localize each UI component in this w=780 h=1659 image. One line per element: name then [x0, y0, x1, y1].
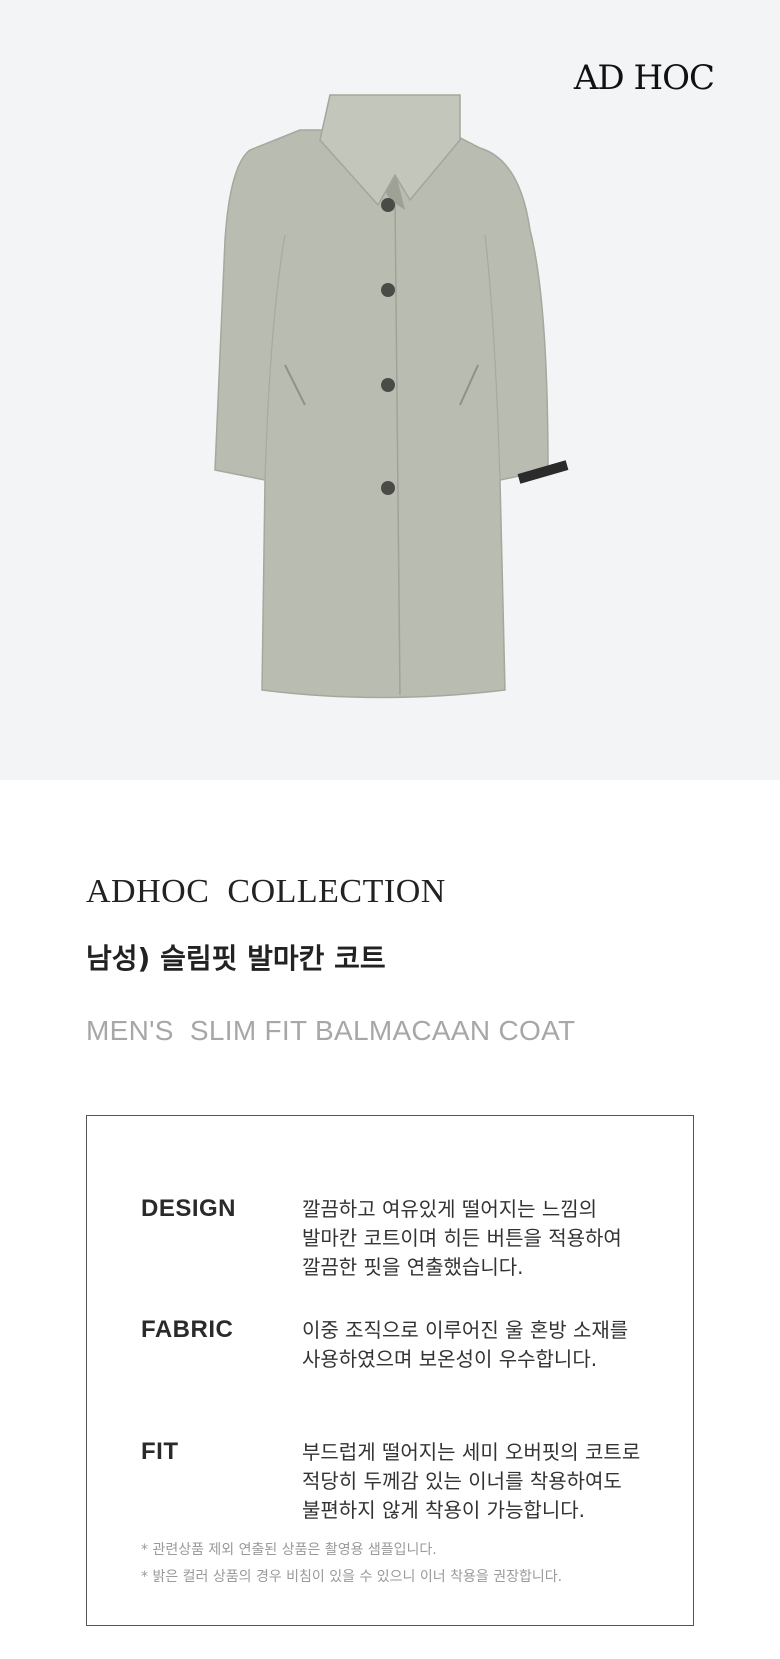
- brand-logo: AD HOC: [573, 58, 715, 98]
- spec-box: DESIGN 깔끔하고 여유있게 떨어지는 느낌의 발마칸 코트이며 히든 버튼…: [86, 1115, 694, 1626]
- spec-line: 발마칸 코트이며 히든 버튼을 적용하여: [302, 1226, 622, 1250]
- spec-line: 깔끔한 핏을 연출했습니다.: [302, 1255, 524, 1279]
- spec-line: 사용하였으며 보온성이 우수합니다.: [302, 1347, 598, 1371]
- product-hero: AD HOC: [0, 0, 780, 780]
- spec-label-design: DESIGN: [141, 1195, 237, 1222]
- spec-text-fit: 부드럽게 떨어지는 세미 오버핏의 코트로 적당히 두께감 있는 이너를 착용하…: [302, 1438, 662, 1525]
- spec-line: 부드럽게 떨어지는 세미 오버핏의 코트로: [302, 1440, 641, 1464]
- coat-image: [214, 94, 569, 699]
- spec-line: 불편하지 않게 착용이 가능합니다.: [302, 1498, 586, 1522]
- product-name-english: MEN'S SLIM FIT BALMACAAN COAT: [86, 1015, 576, 1046]
- spec-text-fabric: 이중 조직으로 이루어진 울 혼방 소재를 사용하였으며 보온성이 우수합니다.: [302, 1316, 662, 1374]
- spec-text-design: 깔끔하고 여유있게 떨어지는 느낌의 발마칸 코트이며 히든 버튼을 적용하여 …: [302, 1195, 662, 1282]
- spec-line: 적당히 두께감 있는 이너를 착용하여도: [302, 1469, 622, 1493]
- spec-line: 이중 조직으로 이루어진 울 혼방 소재를: [302, 1318, 629, 1342]
- note-sample: * 관련상품 제외 연출된 상품은 촬영용 샘플입니다.: [141, 1542, 437, 1558]
- note-inner: * 밝은 컬러 상품의 경우 비침이 있을 수 있으니 이너 착용을 권장합니다…: [141, 1569, 563, 1585]
- product-name-korean: 남성) 슬림핏 발마칸 코트: [86, 942, 386, 975]
- spec-label-fabric: FABRIC: [141, 1316, 234, 1343]
- collection-title: ADHOC COLLECTION: [86, 873, 446, 910]
- spec-label-fit: FIT: [141, 1438, 179, 1465]
- spec-line: 깔끔하고 여유있게 떨어지는 느낌의: [302, 1197, 598, 1221]
